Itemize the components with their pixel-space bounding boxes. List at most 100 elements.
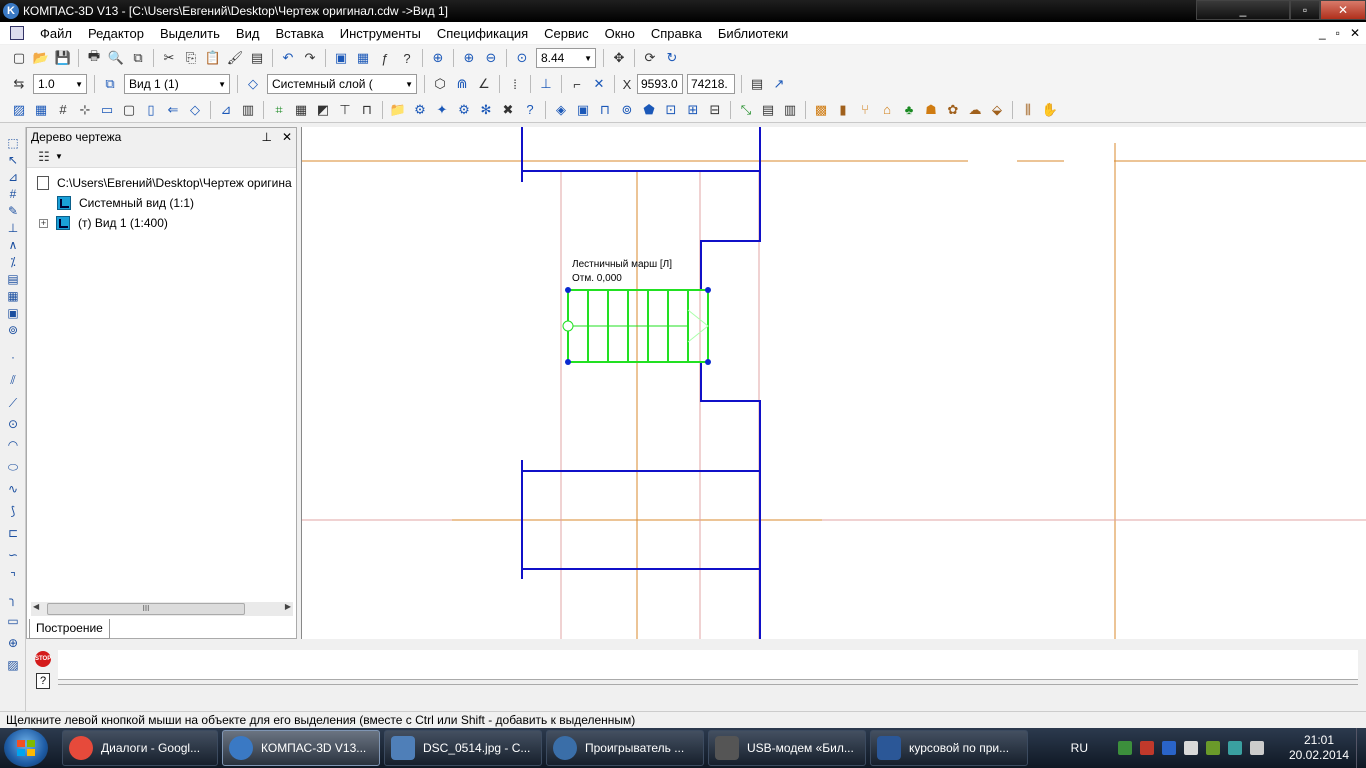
menu-insert[interactable]: Вставка (267, 26, 331, 41)
page-icon[interactable]: ▥ (781, 101, 799, 119)
drawing-svg[interactable]: Лестничный марш [Л] Отм. 0,000 (302, 127, 1366, 639)
tree-view-mode-icon[interactable]: ☷ (35, 148, 53, 166)
block-icon[interactable]: ◈ (552, 101, 570, 119)
library-manager-icon[interactable]: ▦ (354, 49, 372, 67)
drawing-canvas[interactable]: Лестничный марш [Л] Отм. 0,000 (301, 127, 1366, 639)
hatch-tool-icon[interactable]: ▨ (5, 657, 21, 673)
expand-icon[interactable]: + (39, 218, 48, 228)
tree-horizontal-scrollbar[interactable]: ◀ III ▶ (31, 602, 293, 616)
wall-icon[interactable]: ▭ (98, 101, 116, 119)
segment-icon[interactable]: ⟋ (5, 395, 21, 411)
stairs-icon[interactable]: ⊿ (217, 101, 235, 119)
sofa-icon[interactable]: ⬙ (988, 101, 1006, 119)
point-icon[interactable]: · (5, 349, 21, 365)
furniture-door-icon[interactable]: ▮ (834, 101, 852, 119)
snap-magnet-icon[interactable]: ⋒ (453, 75, 471, 93)
close-button[interactable]: ✕ (1320, 0, 1366, 20)
hatch-icon[interactable]: ▨ (10, 101, 28, 119)
new-document-icon[interactable]: ▢ (10, 49, 28, 67)
stop-icon[interactable]: STOP (35, 651, 51, 667)
menu-service[interactable]: Сервис (536, 26, 597, 41)
assign-icon[interactable]: ↗ (770, 75, 788, 93)
scroll-left-icon[interactable]: ◀ (33, 602, 39, 611)
help-circle-icon[interactable]: ? (521, 101, 539, 119)
document-icon[interactable] (10, 26, 24, 40)
scroll-thumb[interactable]: III (47, 603, 245, 615)
tree-root-node[interactable]: C:\Users\Евгений\Desktop\Чертеж оригина (37, 176, 292, 190)
grid-tool-icon[interactable]: # (5, 186, 21, 202)
column-icon[interactable]: ▥ (239, 101, 257, 119)
network-icon[interactable] (1118, 741, 1132, 755)
pointer-icon[interactable]: ↖ (5, 152, 21, 168)
bezier-icon[interactable]: ∽ (5, 547, 21, 563)
tree-icon[interactable]: ♣ (900, 101, 918, 119)
arch-icon[interactable]: ⊓ (596, 101, 614, 119)
window-element-icon[interactable]: ▢ (120, 101, 138, 119)
style-icon[interactable]: ⬡ (431, 75, 449, 93)
opening-icon[interactable]: ⇐ (164, 101, 182, 119)
menu-libraries[interactable]: Библиотеки (710, 26, 796, 41)
table-grid-icon[interactable]: ▦ (32, 101, 50, 119)
cabinet-icon[interactable]: ▩ (812, 101, 830, 119)
chair-icon[interactable]: ⑂ (856, 101, 874, 119)
device-icon[interactable] (1184, 741, 1198, 755)
connector-icon[interactable]: ⊞ (684, 101, 702, 119)
bluetooth-icon[interactable] (1162, 741, 1176, 755)
section-icon[interactable]: ⊓ (358, 101, 376, 119)
format-brush-icon[interactable]: 🖌 (226, 49, 244, 67)
report-tool-icon[interactable]: ▦ (5, 288, 21, 304)
paste-icon[interactable]: 📋 (204, 49, 222, 67)
save-icon[interactable]: 💾 (54, 49, 72, 67)
parametric-tool-icon[interactable]: ⊥ (5, 220, 21, 236)
copy-icon[interactable]: ⎘ (182, 49, 200, 67)
menu-view[interactable]: Вид (228, 26, 268, 41)
view-tool-icon[interactable]: ▣ (5, 305, 21, 321)
open-file-icon[interactable]: 📂 (32, 49, 50, 67)
variables-icon[interactable]: ƒ (376, 49, 394, 67)
volume-icon[interactable] (1250, 741, 1264, 755)
fillet-icon[interactable]: ╮ (5, 591, 21, 607)
room-icon[interactable]: ⌗ (270, 101, 288, 119)
person-icon[interactable]: ☗ (922, 101, 940, 119)
task-media-player[interactable]: Проигрыватель ... (546, 730, 704, 766)
context-help-icon[interactable]: ? (398, 49, 416, 67)
tree-close-icon[interactable]: ✕ (282, 130, 292, 144)
valve-icon[interactable]: ⊡ (662, 101, 680, 119)
tab-construction[interactable]: Построение (29, 619, 110, 639)
task-photo-viewer[interactable]: DSC_0514.jpg - С... (384, 730, 542, 766)
chevron-down-icon[interactable]: ▼ (55, 152, 63, 161)
node-icon[interactable]: ⊚ (618, 101, 636, 119)
layout-icon[interactable]: ⧉ (129, 49, 147, 67)
pipe-icon[interactable]: ⤡ (737, 101, 755, 119)
nvidia-icon[interactable] (1206, 741, 1220, 755)
menu-help[interactable]: Справка (643, 26, 710, 41)
mdi-close-button[interactable]: ✕ (1350, 26, 1360, 40)
clock[interactable]: 21:01 20.02.2014 (1284, 733, 1354, 763)
fence-icon[interactable]: ⫼ (1019, 101, 1037, 119)
local-coordinates-icon[interactable]: ⊥ (537, 75, 555, 93)
tools-icon[interactable]: ✦ (433, 101, 451, 119)
kompas-app-icon[interactable]: K (3, 3, 19, 19)
help-icon[interactable]: ? (36, 673, 50, 689)
mdi-minimize-button[interactable]: _ (1319, 26, 1326, 40)
coord-y-field[interactable]: 74218. (687, 74, 735, 94)
orthogonal-mode-icon[interactable]: ⌐ (568, 75, 586, 93)
task-chrome[interactable]: Диалоги - Googl... (62, 730, 218, 766)
mdi-restore-button[interactable]: ▫ (1336, 26, 1340, 40)
insert-element-icon[interactable]: ⚙ (411, 101, 429, 119)
arc-icon[interactable]: ◠ (5, 437, 21, 453)
start-button[interactable] (4, 729, 48, 767)
scroll-right-icon[interactable]: ▶ (285, 602, 291, 611)
fill-icon[interactable]: ◩ (314, 101, 332, 119)
zoom-icon[interactable]: ⊙ (513, 49, 531, 67)
zoom-in-icon[interactable]: ⊕ (460, 49, 478, 67)
frame-icon[interactable]: ▣ (574, 101, 592, 119)
axis-icon[interactable]: ⊹ (76, 101, 94, 119)
sheet-icon[interactable]: ▤ (759, 101, 777, 119)
explication-icon[interactable]: ▦ (292, 101, 310, 119)
language-indicator[interactable]: RU (1071, 741, 1088, 755)
task-word[interactable]: курсовой по при... (870, 730, 1028, 766)
zoom-window-icon[interactable]: ⊖ (482, 49, 500, 67)
pin-icon[interactable]: ⊥ (261, 130, 271, 144)
gear-icon[interactable]: ⚙ (455, 101, 473, 119)
